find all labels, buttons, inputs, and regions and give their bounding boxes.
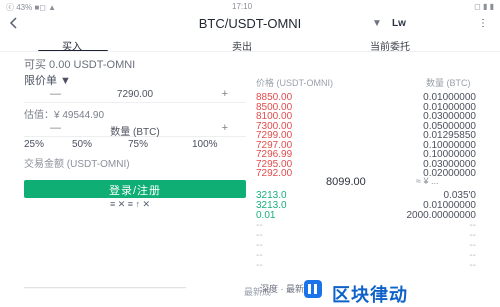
- status-bar: ⓒ 43% ■◻ ▲ 17:10 ◻ ▮ ▮: [0, 0, 500, 14]
- more-icon[interactable]: ⋮: [478, 18, 488, 29]
- nav-bar: BTC/USDT-OMNI ▼ Lw ⋮: [0, 14, 500, 36]
- orderbook-qty-header: 数量 (BTC): [426, 78, 471, 88]
- subline-text: ≡ ✕ ≡ ↑ ✕: [110, 199, 151, 209]
- screen: ⓒ 43% ■◻ ▲ 17:10 ◻ ▮ ▮ BTC/USDT-OMNI ▼ L…: [0, 0, 500, 306]
- trade-amount-field[interactable]: 交易金额 (USDT-OMNI): [24, 155, 130, 170]
- ask-row[interactable]: 8100.00 0.03000000: [256, 111, 476, 122]
- bid-row[interactable]: 3213.0 0.035'0: [256, 190, 476, 201]
- bottom-strip: —————————————————— 最新成 深度 · 最新成交 区块律动: [0, 278, 500, 306]
- bid-row[interactable]: -- --: [256, 250, 476, 261]
- logo-icon: [304, 280, 322, 298]
- price-input[interactable]: 7290.00: [24, 89, 246, 100]
- bid-price: --: [256, 260, 263, 271]
- percent-100-button[interactable]: 100%: [192, 139, 218, 150]
- valuation-text: 估值：¥ 49544.90: [24, 110, 105, 121]
- watermark-logo: 深度 · 最新成交 区块律动: [260, 280, 490, 306]
- chart-button[interactable]: Lw: [392, 18, 406, 29]
- status-left: ⓒ 43% ■◻ ▲: [6, 3, 57, 12]
- amount-stepper: — 数量 (BTC) +: [24, 122, 246, 138]
- bid-qty: --: [469, 260, 476, 271]
- bid-row[interactable]: 3213.0 0.01000000: [256, 200, 476, 211]
- percent-25-button[interactable]: 25%: [24, 139, 44, 150]
- ask-row[interactable]: 7295.00 0.03000000: [256, 159, 476, 170]
- percent-options: 25% 50% 75% 100%: [24, 139, 246, 151]
- ask-row[interactable]: 8850.00 0.01000000: [256, 92, 476, 103]
- available-balance: 可买 0.00 USDT-OMNI: [24, 59, 136, 71]
- pair-switch-icon[interactable]: ▼: [372, 18, 382, 29]
- price-stepper: — 7290.00 +: [24, 88, 246, 103]
- amount-input[interactable]: 数量 (BTC): [24, 123, 246, 138]
- ask-row[interactable]: 8500.00 0.01000000: [256, 102, 476, 113]
- bid-row[interactable]: -- --: [256, 260, 476, 271]
- ask-row[interactable]: 7299.00 0.01295850: [256, 130, 476, 141]
- order-book: 价格 (USDT-OMNI) 数量 (BTC) 8850.00 0.0100000…: [256, 52, 486, 300]
- status-right: ◻ ▮ ▮: [474, 2, 494, 11]
- ask-row[interactable]: 7297.00 0.10000000: [256, 140, 476, 151]
- bottom-faded-text: ——————————————————: [24, 282, 186, 292]
- bid-row[interactable]: 0.01 2000.00000000: [256, 210, 476, 221]
- bid-row[interactable]: -- --: [256, 240, 476, 251]
- price-plus-button[interactable]: +: [222, 88, 228, 100]
- ask-row[interactable]: 7292.00 0.02000000: [256, 168, 476, 179]
- order-type-select[interactable]: 限价单 ▼: [24, 72, 71, 88]
- status-time: 17:10: [232, 2, 253, 11]
- logo-text: 区块律动: [332, 285, 408, 306]
- orderbook-price-header: 价格 (USDT-OMNI): [256, 78, 333, 88]
- trade-tabs: 买入 卖出 当前委托: [0, 36, 500, 53]
- percent-75-button[interactable]: 75%: [128, 139, 148, 150]
- login-register-button[interactable]: 登录/注册: [24, 180, 246, 198]
- amount-plus-button[interactable]: +: [222, 122, 228, 134]
- bid-row[interactable]: -- --: [256, 230, 476, 241]
- last-price: 8099.00: [326, 176, 366, 188]
- last-price-fx: ≈ ¥ ...: [416, 176, 439, 186]
- pair-title[interactable]: BTC/USDT-OMNI: [0, 16, 500, 31]
- bid-row[interactable]: -- --: [256, 220, 476, 231]
- ask-price: 7292.00: [256, 168, 293, 179]
- order-form: 可买 0.00 USDT-OMNI 限价单 ▼ — 7290.00 + 估值：¥…: [24, 52, 246, 300]
- ask-row[interactable]: 7300.00 0.05000000: [256, 121, 476, 132]
- login-register-label: 登录/注册: [108, 185, 162, 197]
- ask-row[interactable]: 7296.99 0.10000000: [256, 149, 476, 160]
- percent-50-button[interactable]: 50%: [72, 139, 92, 150]
